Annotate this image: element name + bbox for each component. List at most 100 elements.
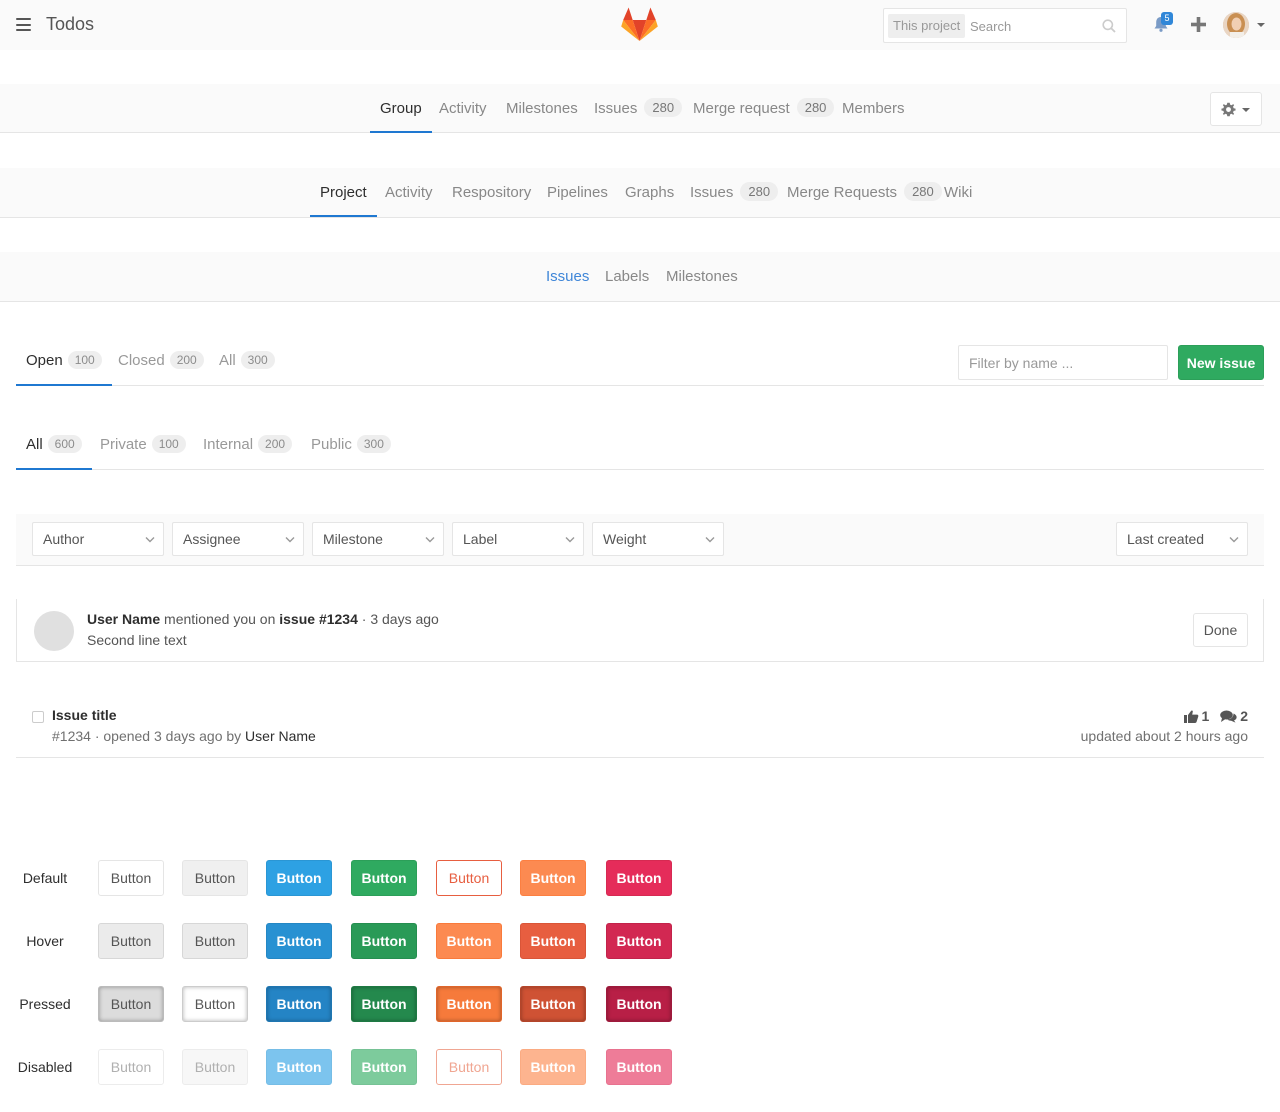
assignee-dropdown[interactable]: Assignee <box>172 522 304 556</box>
success-button-hover[interactable]: Button <box>351 923 417 959</box>
milestone-dropdown[interactable]: Milestone <box>312 522 444 556</box>
weight-dropdown[interactable]: Weight <box>592 522 724 556</box>
comments-icon <box>1220 710 1237 723</box>
issue-checkbox[interactable] <box>32 711 44 723</box>
issue-row: Issue title #1234 · opened 3 days ago by… <box>16 700 1264 758</box>
filter-by-name-input[interactable] <box>958 345 1168 380</box>
warning-outline-button-disabled: Button <box>436 1049 502 1085</box>
project-nav-item-merge-requests[interactable]: Merge Requests 280 <box>787 168 942 217</box>
group-nav-item-activity[interactable]: Activity <box>439 84 487 133</box>
count-badge: 280 <box>644 98 683 117</box>
project-nav-item-repository[interactable]: Respository <box>452 168 531 217</box>
group-nav-item-group[interactable]: Group <box>370 84 432 133</box>
info-button-pressed[interactable]: Button <box>266 986 332 1022</box>
project-nav-item-project[interactable]: Project <box>310 168 377 217</box>
default-button-hover[interactable]: Button <box>98 923 164 959</box>
count-badge: 300 <box>356 435 391 453</box>
group-nav-item-merge-requests[interactable]: Merge request 280 <box>693 84 835 133</box>
plus-icon[interactable] <box>1191 17 1206 32</box>
author-dropdown[interactable]: Author <box>32 522 164 556</box>
sub-nav-item-labels[interactable]: Labels <box>605 252 649 302</box>
success-button-pressed[interactable]: Button <box>351 986 417 1022</box>
tab-private[interactable]: Private 100 <box>100 420 186 469</box>
visibility-tabs: All 600 Private 100 Internal 200 Public 300 <box>16 420 1264 470</box>
user-menu[interactable] <box>1223 12 1265 38</box>
todo-item: User Name mentioned you on issue #1234 ·… <box>16 599 1264 662</box>
tab-closed[interactable]: Closed 200 <box>118 336 204 385</box>
danger-button-default[interactable]: Button <box>606 860 672 896</box>
new-issue-button[interactable]: New issue <box>1178 345 1264 380</box>
issue-meta: #1234 · opened 3 days ago by User Name <box>52 728 316 744</box>
todo-user-link[interactable]: User Name <box>87 611 160 627</box>
project-nav-item-graphs[interactable]: Graphs <box>625 168 674 217</box>
settings-dropdown-button[interactable] <box>1210 92 1262 126</box>
issue-author-link[interactable]: User Name <box>245 728 316 744</box>
secondary-button-default[interactable]: Button <box>182 860 248 896</box>
count-badge: 300 <box>240 351 275 369</box>
sub-nav-item-issues[interactable]: Issues <box>546 252 589 302</box>
done-button[interactable]: Done <box>1193 613 1248 647</box>
info-button-default[interactable]: Button <box>266 860 332 896</box>
search-input[interactable] <box>970 15 1100 37</box>
gitlab-logo-icon[interactable] <box>621 7 658 42</box>
project-nav-item-wiki[interactable]: Wiki <box>944 168 972 217</box>
gear-icon <box>1221 102 1236 117</box>
upvotes-stat: 1 <box>1183 708 1209 724</box>
filter-bar: Author Assignee Milestone Label Weight L… <box>16 514 1264 566</box>
count-badge: 200 <box>258 435 293 453</box>
secondary-button-hover[interactable]: Button <box>182 923 248 959</box>
issue-title-link[interactable]: Issue title <box>52 707 117 723</box>
sort-dropdown[interactable]: Last created <box>1116 522 1248 556</box>
notification-count-badge: 5 <box>1161 12 1173 25</box>
button-state-label-disabled: Disabled <box>17 1059 73 1075</box>
project-nav-item-activity[interactable]: Activity <box>385 168 433 217</box>
project-nav-item-issues[interactable]: Issues 280 <box>690 168 779 217</box>
comments-stat: 2 <box>1220 708 1248 724</box>
sub-nav-item-milestones[interactable]: Milestones <box>666 252 738 302</box>
button-state-label-hover: Hover <box>26 933 64 949</box>
search-icon <box>1102 19 1116 33</box>
secondary-button-disabled: Button <box>182 1049 248 1085</box>
todo-target-link[interactable]: issue #1234 <box>279 611 358 627</box>
count-badge: 280 <box>740 182 779 201</box>
tab-open[interactable]: Open 100 <box>16 336 112 386</box>
hamburger-menu-icon[interactable] <box>16 18 31 31</box>
search-scope-chip[interactable]: This project <box>888 14 966 38</box>
warning-outline-button-hover[interactable]: Button <box>436 923 502 959</box>
sub-nav: Issues Labels Milestones <box>0 252 1280 302</box>
notifications-bell-icon[interactable]: 5 <box>1152 12 1173 35</box>
danger-button-pressed[interactable]: Button <box>606 986 672 1022</box>
count-badge: 280 <box>904 182 942 201</box>
project-nav-item-pipelines[interactable]: Pipelines <box>547 168 608 217</box>
secondary-button-pressed[interactable]: Button <box>182 986 248 1022</box>
chevron-down-icon <box>145 537 155 543</box>
info-button-hover[interactable]: Button <box>266 923 332 959</box>
group-nav: Group Activity Milestones Issues 280 Merg… <box>0 84 1280 133</box>
group-nav-item-milestones[interactable]: Milestones <box>506 84 578 133</box>
count-badge: 200 <box>169 351 204 369</box>
tab-internal[interactable]: Internal 200 <box>203 420 293 469</box>
page-title: Todos <box>46 14 95 34</box>
search-box[interactable]: This project <box>883 8 1127 43</box>
info-button-disabled: Button <box>266 1049 332 1085</box>
tab-all[interactable]: All 300 <box>219 336 275 385</box>
warning-button-default[interactable]: Button <box>520 860 586 896</box>
danger-button-hover[interactable]: Button <box>606 923 672 959</box>
group-nav-item-issues[interactable]: Issues 280 <box>594 84 683 133</box>
success-button-default[interactable]: Button <box>351 860 417 896</box>
chevron-down-icon <box>1257 23 1265 27</box>
warning-outline-button-pressed[interactable]: Button <box>436 986 502 1022</box>
warning-outline-button-default[interactable]: Button <box>436 860 502 896</box>
chevron-down-icon <box>1229 537 1239 543</box>
default-button-default[interactable]: Button <box>98 860 164 896</box>
tab-public[interactable]: Public 300 <box>311 420 391 469</box>
count-badge: 280 <box>796 98 835 117</box>
warning-button-pressed[interactable]: Button <box>520 986 586 1022</box>
label-dropdown[interactable]: Label <box>452 522 584 556</box>
tab-visibility-all[interactable]: All 600 <box>16 420 92 470</box>
warning-button-hover[interactable]: Button <box>520 923 586 959</box>
count-badge: 600 <box>47 435 82 453</box>
button-state-label-pressed: Pressed <box>19 996 71 1012</box>
group-nav-item-members[interactable]: Members <box>842 84 905 133</box>
default-button-pressed[interactable]: Button <box>98 986 164 1022</box>
